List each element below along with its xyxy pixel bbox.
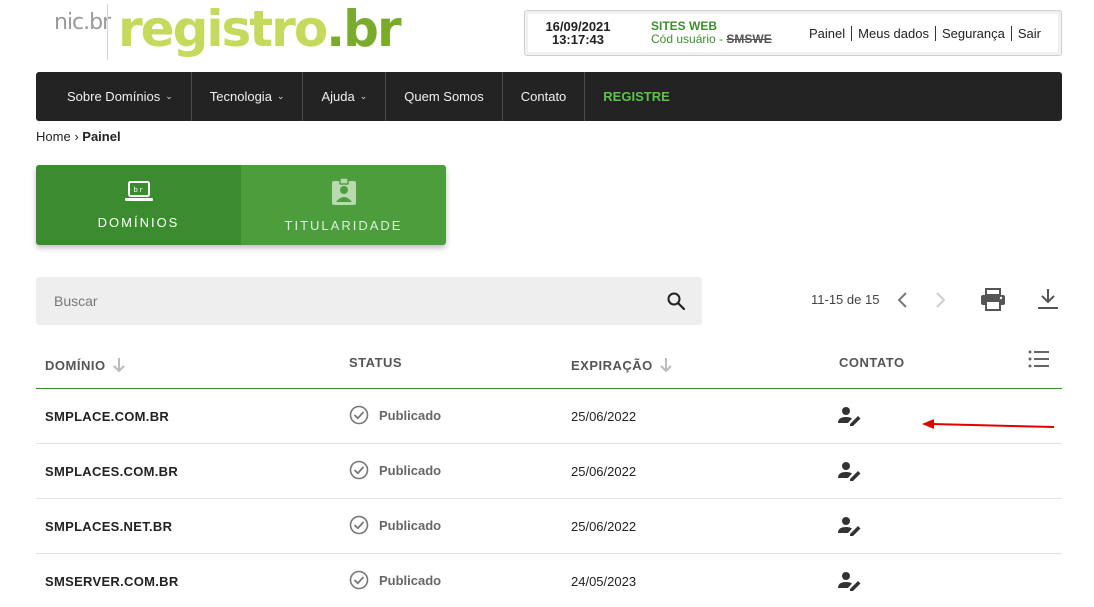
link-painel[interactable]: Painel	[803, 26, 851, 41]
status-text: Publicado	[379, 407, 442, 423]
print-icon[interactable]	[980, 288, 1006, 312]
check-circle-icon	[349, 460, 369, 480]
breadcrumb-separator: ›	[74, 129, 79, 144]
tab-label: DOMÍNIOS	[97, 214, 180, 230]
nav-sobre-dominios[interactable]: Sobre Domínios ⌄	[36, 72, 192, 121]
nav-label: Tecnologia	[209, 89, 272, 104]
expiration-date: 25/06/2022	[571, 464, 637, 479]
session-datetime: 16/09/2021 13:17:43	[543, 20, 613, 46]
column-expiration-label: EXPIRAÇÃO	[571, 357, 653, 373]
domain-name[interactable]: SMPLACES.COM.BR	[45, 464, 178, 479]
chevron-down-icon: ⌄	[165, 91, 173, 101]
table-row[interactable]: SMPLACES.COM.BR Publicado 25/06/2022	[36, 444, 1062, 499]
nav-label: REGISTRE	[603, 89, 670, 104]
table-row[interactable]: SMPLACES.NET.BR Publicado 25/06/2022	[36, 499, 1062, 554]
nav-contato[interactable]: Contato	[503, 72, 586, 121]
column-domain-label: DOMÍNIO	[45, 357, 106, 373]
column-list-icon[interactable]	[1028, 350, 1050, 368]
sort-arrow-down-icon	[660, 358, 672, 373]
link-seguranca[interactable]: Segurança	[934, 26, 1011, 41]
search-icon[interactable]	[666, 291, 686, 311]
chevron-left-icon[interactable]	[895, 291, 911, 309]
sort-arrow-down-icon	[112, 358, 125, 373]
nav-label: Contato	[520, 89, 567, 104]
chevron-down-icon: ⌄	[276, 91, 285, 101]
user-code-line: Cód usuário - SMSWE	[651, 33, 772, 46]
nav-label: Sobre Domínios	[67, 89, 161, 104]
badge-icon	[331, 177, 356, 205]
nav-ajuda[interactable]: Ajuda ⌄	[303, 72, 387, 121]
link-meus-dados[interactable]: Meus dados	[851, 26, 935, 41]
domain-name[interactable]: SMPLACE.COM.BR	[45, 409, 169, 424]
logo-registro-br-text: .br	[326, 0, 401, 58]
domain-name[interactable]: SMSERVER.COM.BR	[45, 574, 179, 589]
status-cell: Publicado	[349, 570, 441, 590]
nav-label: Quem Somos	[404, 89, 484, 104]
nic-br-logo[interactable]: nic.br	[54, 10, 111, 35]
column-domain[interactable]: DOMÍNIO	[45, 357, 126, 373]
edit-contact-icon[interactable]	[838, 461, 862, 481]
pagination-info: 11-15 de 15	[811, 292, 880, 307]
column-contact: CONTATO	[839, 355, 905, 370]
svg-text:br: br	[133, 186, 144, 194]
status-text: Publicado	[379, 572, 442, 588]
user-code-label: Cód usuário -	[651, 32, 724, 46]
tab-titularidade[interactable]: TITULARIDADE	[241, 165, 446, 245]
tab-dominios[interactable]: br DOMÍNIOS	[36, 165, 241, 245]
nav-quem-somos[interactable]: Quem Somos	[386, 72, 503, 121]
column-status-label: STATUS	[349, 355, 403, 370]
panel-tabs: br DOMÍNIOS TITULARIDADE	[36, 165, 446, 245]
expiration-date: 25/06/2022	[571, 519, 637, 534]
laptop-br-icon: br	[124, 180, 153, 201]
domain-name[interactable]: SMPLACES.NET.BR	[45, 519, 172, 534]
expiration-date: 24/05/2023	[571, 574, 637, 589]
session-time: 13:17:43	[551, 32, 605, 47]
account-links: Painel Meus dados Segurança Sair	[803, 26, 1047, 41]
user-code: SMSWE	[726, 32, 772, 46]
nav-tecnologia[interactable]: Tecnologia ⌄	[192, 72, 304, 121]
logo-nic-text: nic	[54, 10, 84, 35]
edit-contact-icon[interactable]	[838, 516, 862, 536]
annotation-arrow-icon	[922, 419, 1055, 429]
user-info-box: 16/09/2021 13:17:43 SITES WEB Cód usuári…	[524, 10, 1062, 56]
search-box	[36, 277, 702, 325]
logo-divider	[107, 4, 108, 60]
column-status: STATUS	[349, 355, 402, 370]
logo-registro-text: registro	[118, 0, 328, 58]
check-circle-icon	[349, 405, 369, 425]
status-cell: Publicado	[349, 460, 441, 480]
expiration-date: 25/06/2022	[571, 409, 637, 424]
main-nav: Sobre Domínios ⌄ Tecnologia ⌄ Ajuda ⌄ Quem …	[36, 72, 1062, 121]
search-input[interactable]	[36, 277, 656, 325]
column-contact-label: CONTATO	[839, 355, 905, 370]
column-expiration[interactable]: EXPIRAÇÃO	[571, 357, 673, 373]
status-cell: Publicado	[349, 515, 441, 535]
nav-label: Ajuda	[321, 89, 355, 104]
breadcrumb-current: Painel	[82, 129, 121, 144]
breadcrumb: Home › Painel	[36, 129, 121, 144]
status-cell: Publicado	[349, 405, 441, 425]
status-text: Publicado	[379, 462, 442, 478]
breadcrumb-home[interactable]: Home	[36, 129, 71, 144]
link-sair[interactable]: Sair	[1010, 26, 1047, 41]
check-circle-icon	[349, 570, 369, 590]
table-row[interactable]: SMPLACE.COM.BR Publicado 25/06/2022	[36, 389, 1062, 444]
edit-contact-icon[interactable]	[838, 571, 862, 591]
nav-registre[interactable]: REGISTRE	[585, 72, 687, 121]
chevron-down-icon: ⌄	[359, 91, 368, 101]
status-text: Publicado	[379, 517, 442, 533]
user-account: SITES WEB Cód usuário - SMSWE	[651, 20, 772, 46]
table-header: DOMÍNIO STATUS EXPIRAÇÃO CONTATO	[36, 340, 1062, 389]
table-row[interactable]: SMSERVER.COM.BR Publicado 24/05/2023	[36, 554, 1062, 607]
edit-contact-icon[interactable]	[838, 406, 862, 426]
tab-label: TITULARIDADE	[284, 217, 403, 233]
chevron-right-icon[interactable]	[932, 291, 948, 309]
registro-br-logo[interactable]: registro.br	[118, 0, 402, 60]
download-icon[interactable]	[1037, 288, 1059, 310]
check-circle-icon	[349, 515, 369, 535]
